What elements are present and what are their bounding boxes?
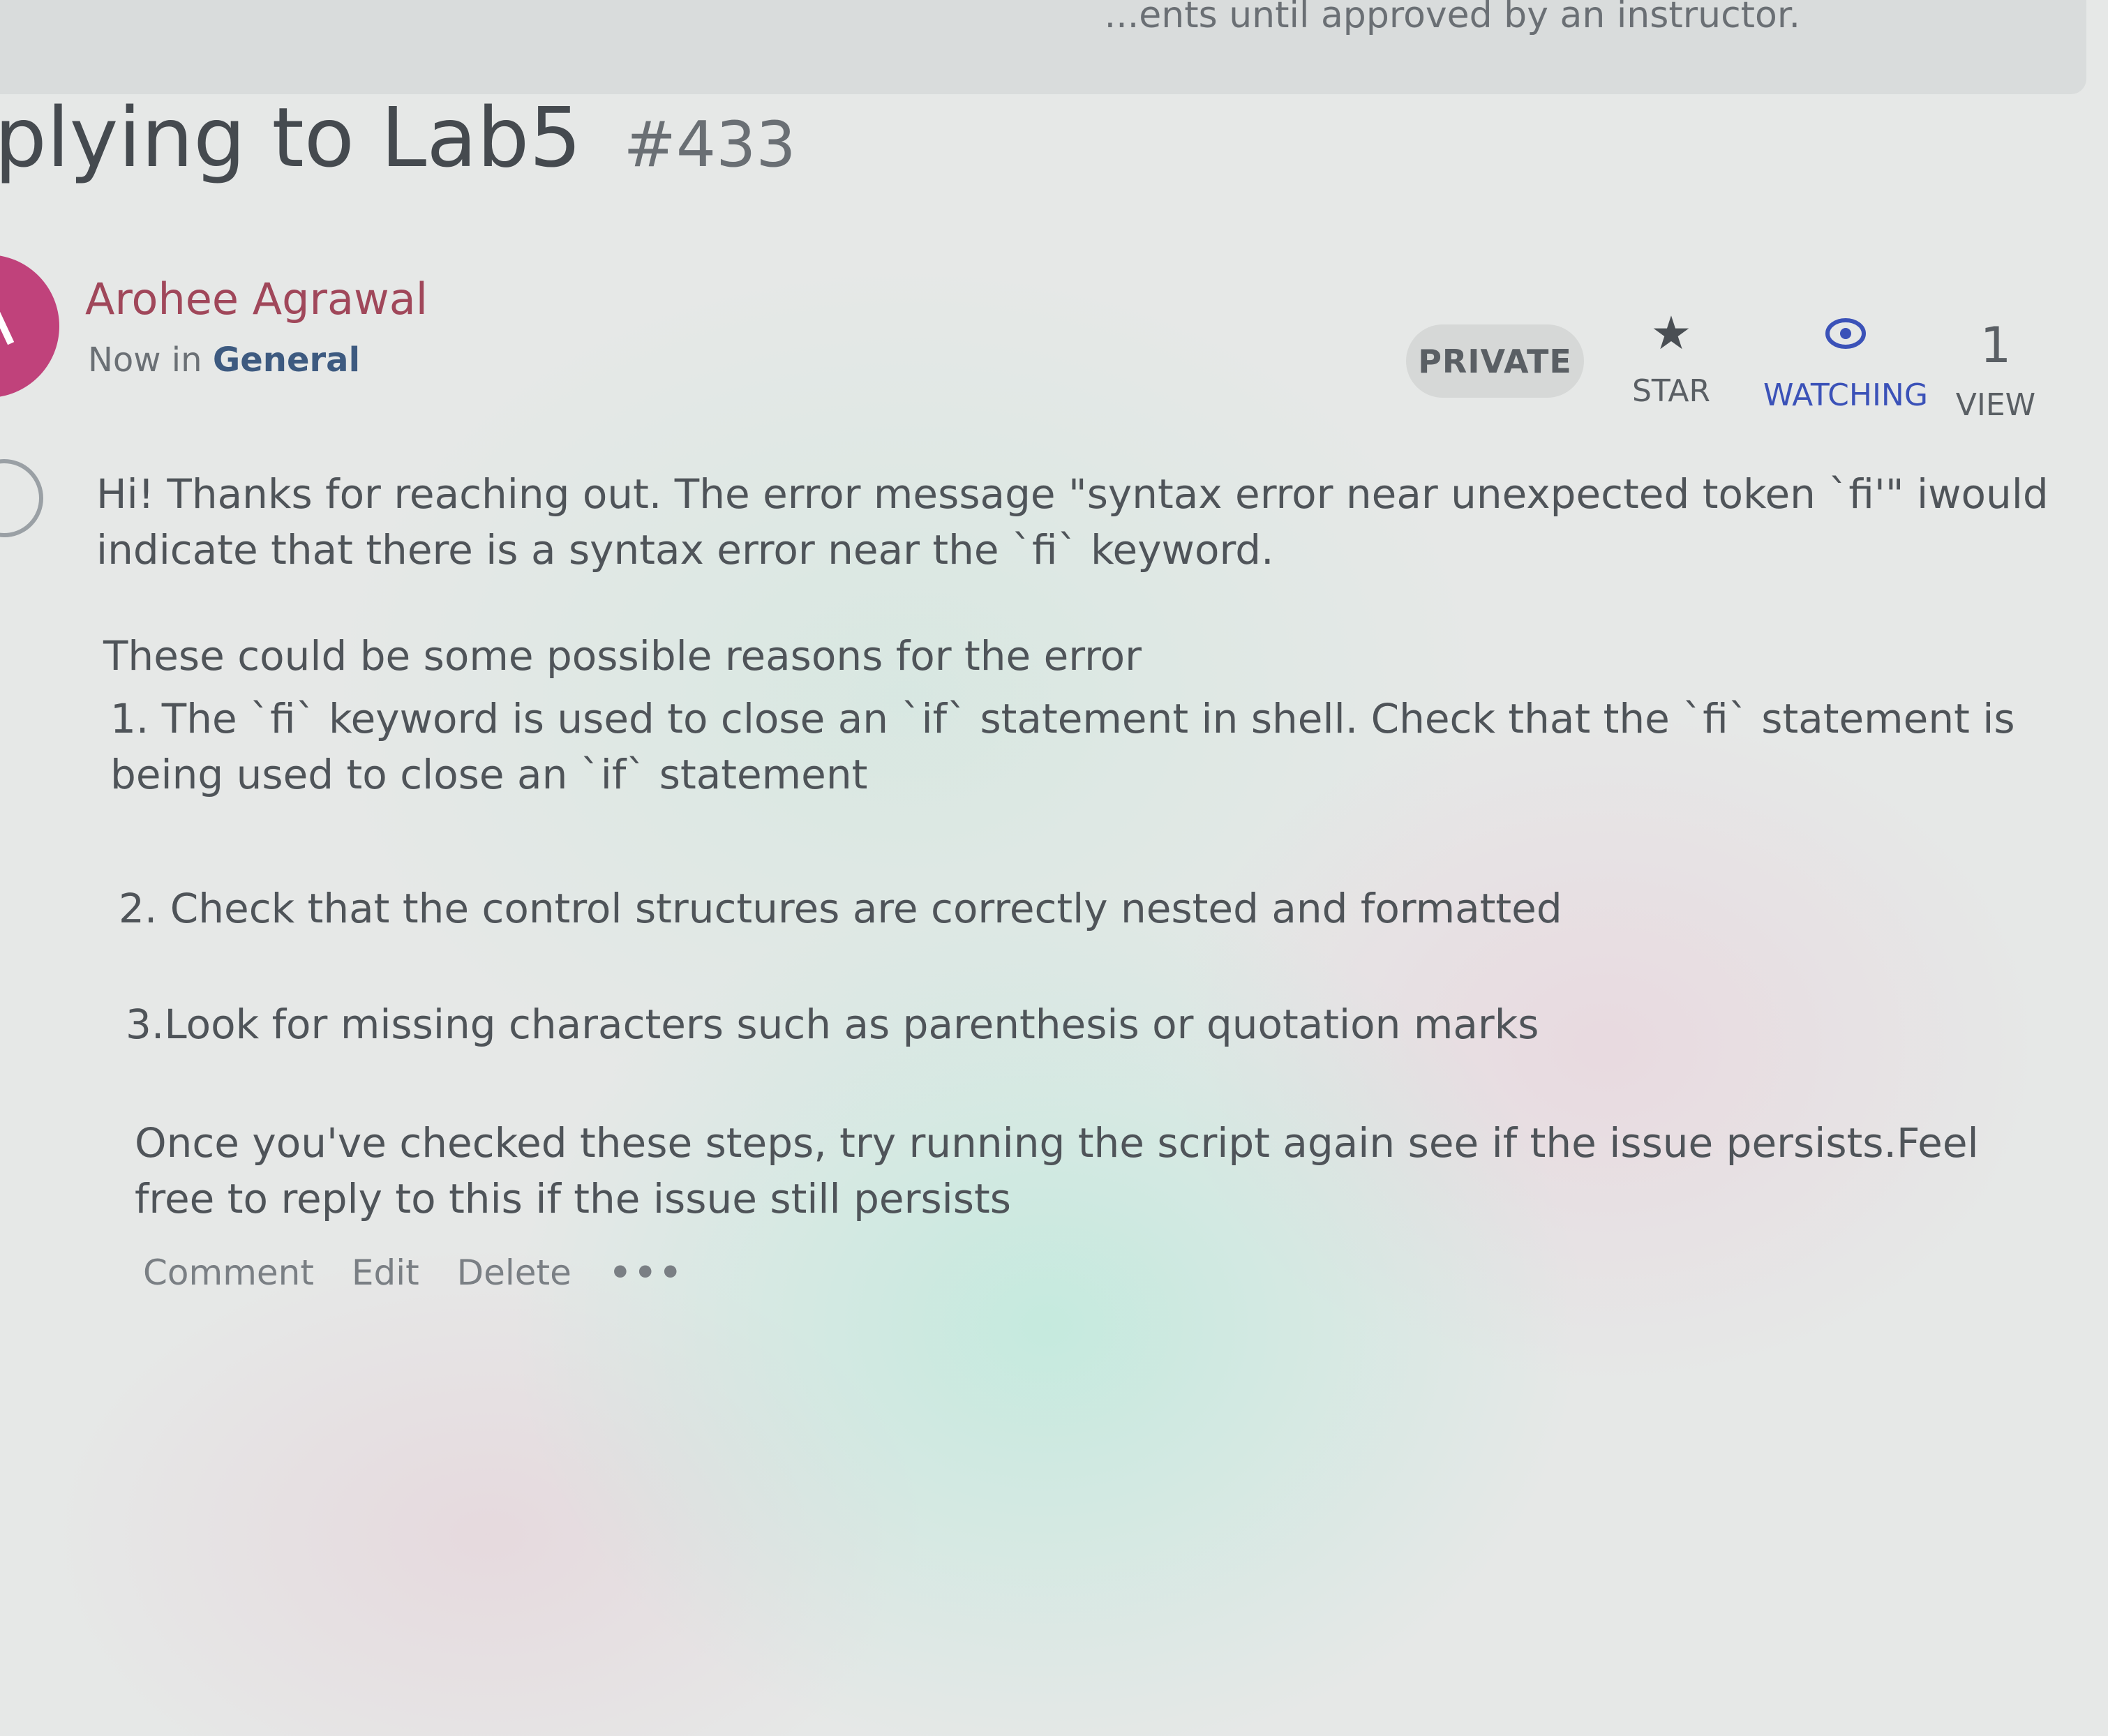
avatar[interactable] (0, 255, 59, 398)
eye-icon (1825, 318, 1866, 349)
post-body-paragraph: Once you've checked these steps, try run… (135, 1119, 1979, 1222)
notice-banner: ...ents until approved by an instructor. (0, 0, 2086, 94)
reply-indicator-icon (0, 459, 43, 537)
delete-button[interactable]: Delete (457, 1252, 571, 1293)
screen-glare (0, 0, 2108, 1736)
post-body-paragraph: Hi! Thanks for reaching out. The error m… (96, 470, 2049, 574)
star-button[interactable]: ★ STAR (1626, 306, 1717, 410)
post-category-link[interactable]: General (213, 341, 360, 380)
star-label: STAR (1631, 373, 1711, 409)
more-icon[interactable]: ••• (609, 1252, 685, 1293)
comment-button[interactable]: Comment (143, 1252, 314, 1293)
edit-button[interactable]: Edit (352, 1252, 419, 1293)
view-label: VIEW (1955, 387, 2036, 423)
post-meta-in: in (171, 341, 202, 380)
post-actions: Comment Edit Delete ••• (143, 1252, 711, 1293)
author-name[interactable]: Arohee Agrawal (85, 274, 428, 324)
watching-button[interactable]: WATCHING (1751, 317, 1940, 413)
view-counter: 1 VIEW (1954, 321, 2038, 423)
post-meta: Now in General (88, 341, 360, 380)
post-body-list-item: 2. Check that the control structures are… (119, 885, 1562, 932)
star-icon: ★ (1650, 306, 1692, 360)
post-body-list-item: 1. The `fi` keyword is used to close an … (110, 695, 2015, 798)
avatar-initial-mark (0, 304, 15, 345)
post-time: Now (88, 341, 161, 380)
post-body-list-item: 3.Look for missing characters such as pa… (126, 1001, 1539, 1048)
post-title-text: plying to Lab5 (0, 89, 582, 186)
post-body-paragraph: These could be some possible reasons for… (103, 632, 1142, 680)
post-number: #433 (623, 108, 796, 181)
post-title: plying to Lab5 #433 (0, 96, 796, 179)
private-badge: PRIVATE (1406, 324, 1584, 398)
notice-text: ...ents until approved by an instructor. (1104, 0, 1800, 36)
watching-label: WATCHING (1763, 377, 1928, 413)
view-count: 1 (1980, 317, 2012, 374)
